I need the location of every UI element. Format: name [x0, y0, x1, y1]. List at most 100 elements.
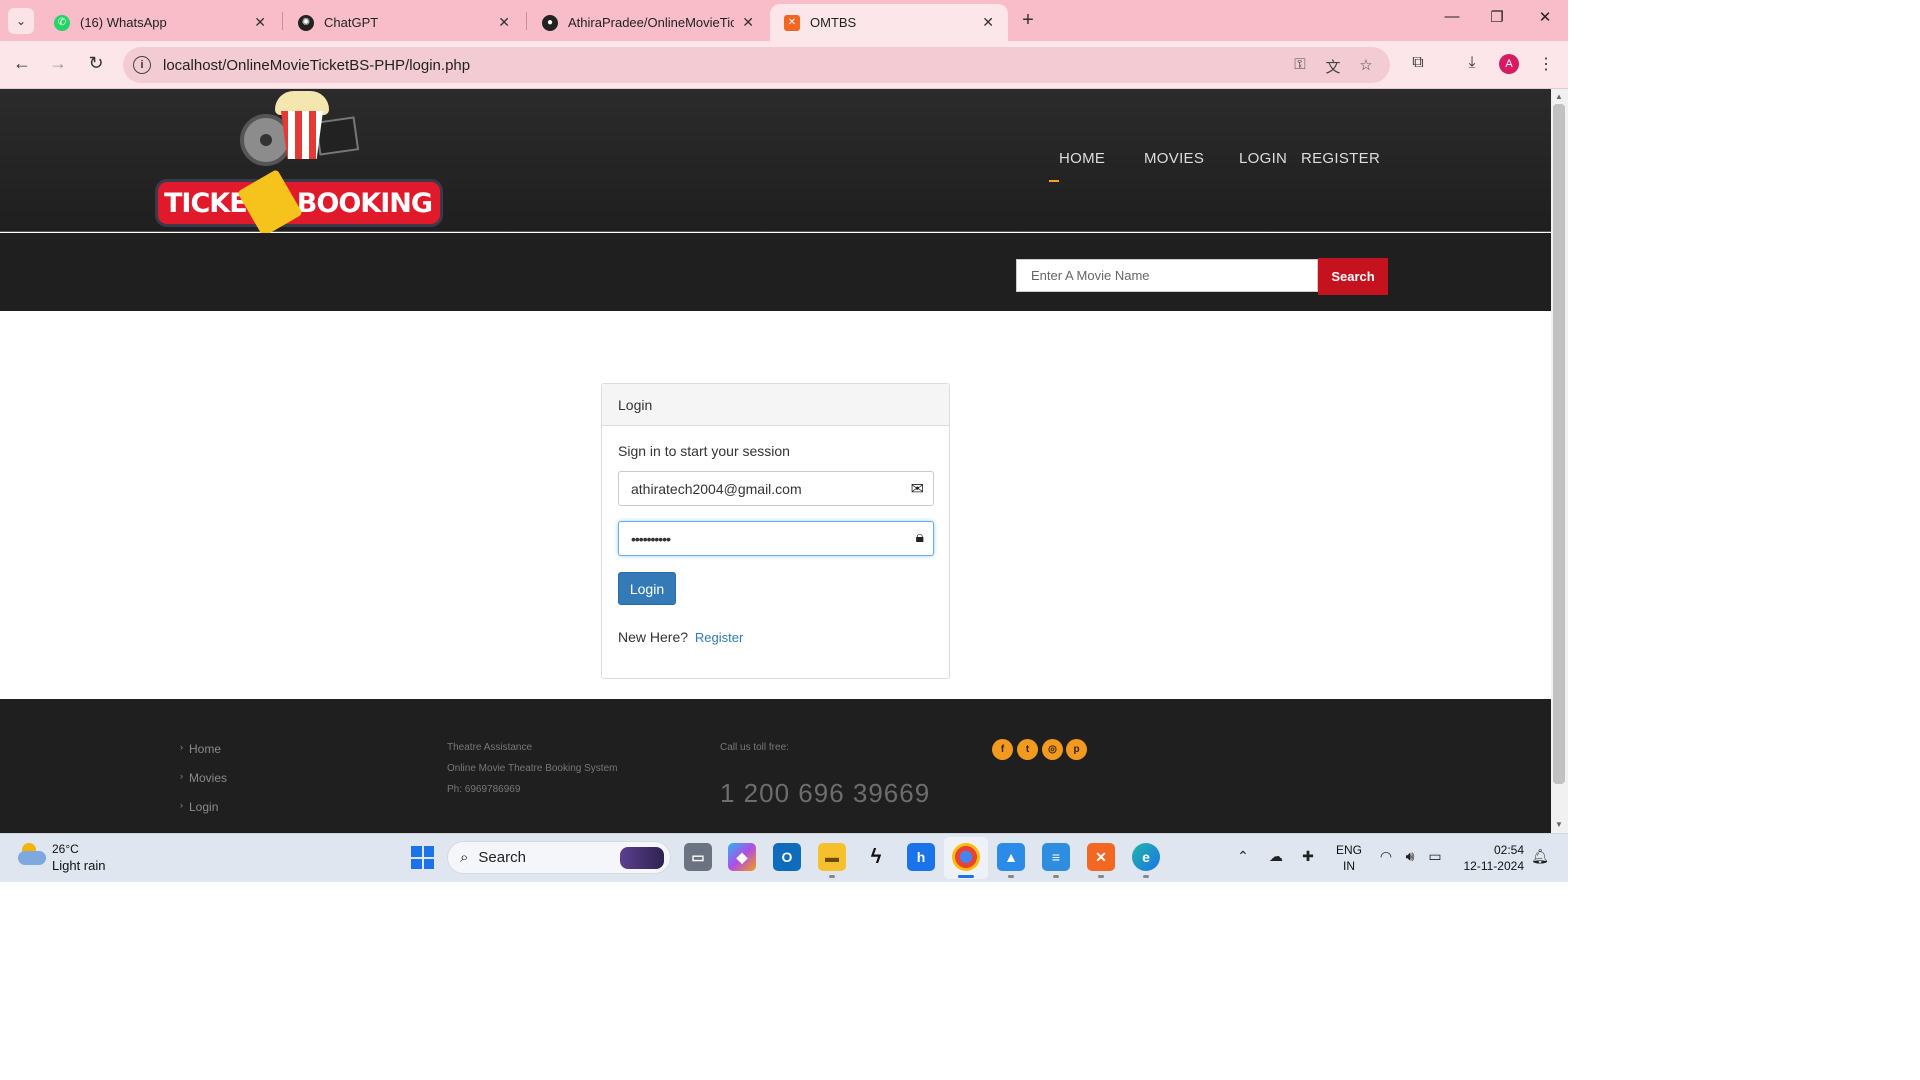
restore-icon[interactable]: ❐	[1482, 8, 1512, 26]
close-tab-icon[interactable]: ✕	[982, 14, 994, 31]
envelope-icon: ✉	[910, 481, 924, 498]
tab-divider	[526, 12, 527, 30]
app-lightning-icon[interactable]: ϟ	[862, 843, 890, 871]
ticket-booking-logo[interactable]: TICKE BOOKING	[155, 89, 445, 238]
tab-title: AthiraPradee/OnlineMovieTicke	[568, 15, 735, 30]
xampp-taskbar-icon[interactable]: ✕	[1087, 843, 1115, 871]
footer-assist-title: Theatre Assistance	[447, 742, 533, 753]
close-tab-icon[interactable]: ✕	[254, 14, 266, 31]
file-explorer-icon[interactable]: ▬	[818, 843, 846, 871]
onedrive-icon[interactable]: ☁	[1266, 848, 1286, 865]
close-window-icon[interactable]: ✕	[1530, 8, 1560, 26]
dribbble-icon[interactable]: ◎	[1042, 739, 1063, 760]
language-indicator[interactable]: ENG IN	[1336, 842, 1362, 874]
volume-icon[interactable]: 🔊︎	[1400, 848, 1420, 865]
chevron-right-icon: ›	[180, 742, 183, 752]
app-tray-icon[interactable]: ✚	[1298, 848, 1318, 865]
tab-omtbs[interactable]: ✕ OMTBS ✕	[770, 4, 1008, 41]
chevron-up-icon[interactable]: ⌃	[1233, 848, 1253, 865]
pinterest-icon[interactable]: p	[1066, 739, 1087, 760]
nav-register[interactable]: REGISTER	[1301, 150, 1380, 167]
site-info-icon[interactable]: i	[133, 56, 151, 74]
tab-search-menu-button[interactable]: ⌄	[8, 8, 34, 34]
footer-link-label: Movies	[189, 771, 228, 785]
nav-home[interactable]: HOME	[1059, 150, 1105, 167]
footer-tollfree-label: Call us toll free:	[720, 742, 789, 753]
email-input[interactable]	[619, 472, 899, 505]
browser-menu-icon[interactable]: ⋮	[1534, 54, 1558, 74]
footer-assist-name: Online Movie Theatre Booking System	[447, 763, 618, 774]
tab-github[interactable]: ● AthiraPradee/OnlineMovieTicke ✕	[528, 4, 768, 41]
reload-icon[interactable]: ↻	[84, 53, 108, 74]
register-prompt: New Here? Register	[618, 629, 743, 645]
weather-rain-icon[interactable]	[18, 843, 46, 869]
copilot-icon[interactable]: ◆	[728, 843, 756, 871]
weather-description[interactable]: Light rain	[52, 858, 105, 873]
facebook-icon[interactable]: f	[992, 739, 1013, 760]
close-tab-icon[interactable]: ✕	[498, 14, 510, 31]
site-footer	[0, 699, 1551, 833]
scroll-up-icon[interactable]: ▲	[1553, 92, 1565, 101]
notification-bell-icon[interactable]: 🔔︎	[1530, 848, 1550, 865]
bookmark-star-icon[interactable]: ☆	[1355, 56, 1377, 74]
footer-link-home[interactable]: › Home	[180, 742, 221, 756]
nav-login[interactable]: LOGIN	[1239, 150, 1287, 167]
github-icon: ●	[542, 14, 558, 31]
task-view-icon[interactable]: ▭	[684, 843, 712, 871]
close-tab-icon[interactable]: ✕	[742, 14, 754, 31]
chevron-right-icon: ›	[180, 771, 183, 781]
running-indicator-active	[958, 875, 974, 878]
tab-title: ChatGPT	[324, 15, 379, 30]
movie-search-input[interactable]	[1016, 259, 1318, 292]
tab-divider	[282, 12, 283, 30]
taskbar-search[interactable]: ⌕ Search	[447, 841, 671, 874]
outlook-icon[interactable]: O	[773, 843, 801, 871]
profile-avatar[interactable]: A	[1499, 54, 1519, 74]
login-button[interactable]: Login	[618, 572, 676, 605]
forward-icon[interactable]: →	[46, 53, 70, 74]
minimize-icon[interactable]: —	[1437, 8, 1467, 25]
footer-link-login[interactable]: › Login	[180, 800, 218, 814]
back-icon[interactable]: ←	[10, 53, 34, 74]
tab-chatgpt[interactable]: ✺ ChatGPT ✕	[284, 4, 524, 41]
password-input[interactable]	[619, 522, 899, 555]
email-field[interactable]: ✉	[618, 471, 934, 506]
battery-icon[interactable]: ▭	[1425, 848, 1445, 865]
nav-movies[interactable]: MOVIES	[1144, 150, 1204, 167]
language-code: ENG	[1336, 843, 1363, 857]
weather-temperature[interactable]: 26°C	[52, 842, 79, 856]
scroll-down-icon[interactable]: ▼	[1553, 820, 1565, 829]
tab-whatsapp[interactable]: ✆ (16) WhatsApp ✕	[40, 4, 280, 41]
address-bar[interactable]: i localhost/OnlineMovieTicketBS-PHP/logi…	[123, 47, 1390, 83]
chrome-icon[interactable]	[952, 843, 980, 871]
windows-start-icon[interactable]	[411, 846, 434, 869]
password-field[interactable]: 🔒︎	[618, 521, 934, 556]
language-region: IN	[1343, 859, 1355, 873]
notepad-icon[interactable]: ≡	[1042, 843, 1070, 871]
running-indicator	[1143, 875, 1149, 878]
wifi-icon[interactable]: ◠	[1376, 848, 1396, 865]
register-link[interactable]: Register	[695, 630, 743, 645]
movie-search-button[interactable]: Search	[1318, 258, 1388, 295]
taskbar-clock[interactable]: 02:54 12-11-2024	[1456, 842, 1525, 874]
xampp-icon: ✕	[784, 14, 800, 31]
footer-tollfree-number: 1 200 696 39669	[720, 778, 931, 808]
extensions-icon[interactable]: ⧉	[1406, 54, 1430, 72]
password-key-icon[interactable]: ⚿	[1289, 56, 1311, 73]
translate-icon[interactable]: 文	[1322, 56, 1344, 77]
edge-icon[interactable]: e	[1132, 843, 1160, 871]
chatgpt-icon: ✺	[298, 14, 314, 31]
footer-link-label: Login	[189, 800, 219, 814]
twitter-icon[interactable]: t	[1017, 739, 1038, 760]
footer-link-movies[interactable]: › Movies	[180, 771, 227, 785]
clock-date: 12-11-2024	[1463, 859, 1525, 873]
photos-icon[interactable]: ▲	[997, 843, 1025, 871]
footer-link-label: Home	[189, 742, 222, 756]
app-h-icon[interactable]: h	[907, 843, 935, 871]
url-text[interactable]: localhost/OnlineMovieTicketBS-PHP/login.…	[163, 57, 470, 74]
new-tab-button[interactable]: +	[1016, 9, 1040, 32]
scrollbar-thumb[interactable]	[1553, 104, 1565, 784]
download-icon[interactable]: ⤓	[1460, 54, 1484, 72]
logo-banner: TICKE BOOKING	[155, 179, 443, 227]
search-highlight-image	[620, 846, 664, 869]
